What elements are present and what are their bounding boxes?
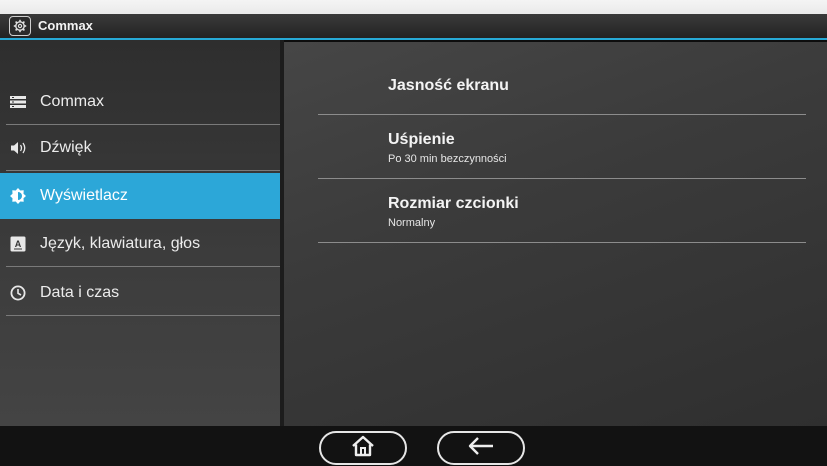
- home-button[interactable]: [319, 431, 407, 465]
- sidebar-item-label: Commax: [40, 93, 105, 110]
- sidebar-item-label: Dźwięk: [40, 139, 92, 156]
- brightness-icon: [10, 188, 26, 204]
- back-button[interactable]: [437, 431, 525, 465]
- setting-title: Uśpienie: [388, 131, 455, 148]
- setting-sleep[interactable]: Uśpienie Po 30 min bezczynności: [318, 115, 806, 179]
- speaker-icon: [10, 140, 26, 156]
- title-bar: Commax: [0, 14, 827, 40]
- list-icon: [10, 94, 26, 110]
- setting-title: Rozmiar czcionki: [388, 195, 519, 212]
- sidebar-item-label: Wyświetlacz: [40, 187, 128, 204]
- sidebar-item-label: Język, klawiatura, głos: [40, 235, 201, 252]
- settings-gear-icon: [9, 16, 31, 36]
- settings-panel: Jasność ekranu Uśpienie Po 30 min bezczy…: [284, 42, 827, 426]
- svg-text:A: A: [15, 239, 22, 249]
- divider: [318, 242, 806, 243]
- setting-title: Jasność ekranu: [388, 77, 509, 94]
- sidebar: Commax Dźwięk Wyświetlacz A Język, klawi…: [0, 40, 280, 426]
- setting-screen-brightness[interactable]: Jasność ekranu: [318, 42, 806, 115]
- device-screen: Commax Commax Dźwięk Wyświetlacz A Język…: [0, 0, 827, 466]
- sidebar-item-commax[interactable]: Commax: [0, 79, 280, 125]
- setting-subtitle: Po 30 min bezczynności: [388, 153, 507, 165]
- back-arrow-icon: [466, 436, 496, 461]
- keyboard-language-icon: A: [10, 236, 26, 252]
- window-title: Commax: [38, 18, 93, 33]
- sidebar-item-date-time[interactable]: Data i czas: [0, 270, 280, 316]
- sidebar-item-display[interactable]: Wyświetlacz: [0, 173, 280, 219]
- setting-font-size[interactable]: Rozmiar czcionki Normalny: [318, 179, 806, 243]
- setting-subtitle: Normalny: [388, 217, 436, 229]
- bottom-navigation-bar: [0, 426, 827, 466]
- sidebar-item-language-keyboard[interactable]: A Język, klawiatura, głos: [0, 221, 280, 267]
- sidebar-item-label: Data i czas: [40, 284, 120, 301]
- home-icon: [350, 435, 376, 462]
- clock-icon: [10, 285, 26, 301]
- sidebar-item-sound[interactable]: Dźwięk: [0, 125, 280, 171]
